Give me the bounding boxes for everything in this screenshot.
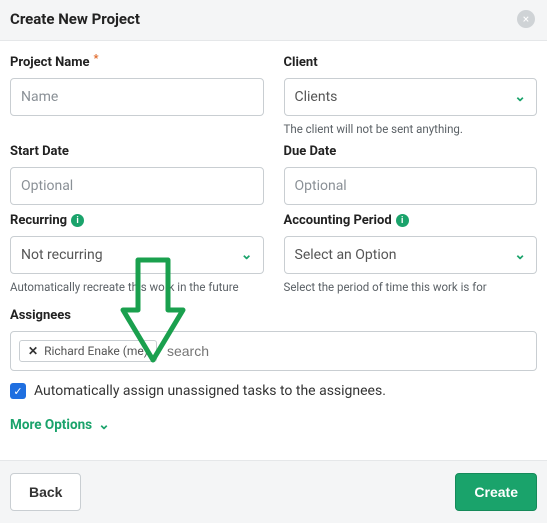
more-options-label: More Options xyxy=(10,417,92,433)
row-dates: Start Date Optional Due Date Optional xyxy=(10,136,537,205)
start-date-placeholder: Optional xyxy=(21,178,73,194)
auto-assign-checkbox[interactable]: ✓ xyxy=(10,383,26,399)
col-accounting-period: Accounting Period i Select an Option ⌄ S… xyxy=(284,205,538,294)
more-options-toggle[interactable]: More Options ⌄ xyxy=(10,417,110,433)
modal-footer: Back Create xyxy=(0,461,547,523)
row-name-client: Project Name * Name Client Clients ⌄ The… xyxy=(10,47,537,136)
project-name-input[interactable]: Name xyxy=(10,78,264,116)
close-button[interactable]: × xyxy=(517,10,535,28)
field-accounting-period: Accounting Period i Select an Option ⌄ S… xyxy=(284,213,538,294)
field-assignees: Assignees ✕ Richard Enake (me) xyxy=(10,308,537,371)
recurring-selected: Not recurring xyxy=(21,247,103,263)
info-icon[interactable]: i xyxy=(396,214,409,227)
col-start-date: Start Date Optional xyxy=(10,136,264,205)
start-date-input[interactable]: Optional xyxy=(10,167,264,205)
col-project-name: Project Name * Name xyxy=(10,47,264,136)
label-text: Project Name xyxy=(10,55,90,70)
auto-assign-label: Automatically assign unassigned tasks to… xyxy=(34,383,386,399)
label-recurring: Recurring i xyxy=(10,213,264,228)
field-recurring: Recurring i Not recurring ⌄ Automaticall… xyxy=(10,213,264,294)
label-due-date: Due Date xyxy=(284,144,538,159)
label-text: Recurring xyxy=(10,213,67,228)
client-select[interactable]: Clients ⌄ xyxy=(284,78,538,116)
recurring-select[interactable]: Not recurring ⌄ xyxy=(10,236,264,274)
col-recurring: Recurring i Not recurring ⌄ Automaticall… xyxy=(10,205,264,294)
label-client: Client xyxy=(284,55,538,70)
label-project-name: Project Name * xyxy=(10,55,264,70)
label-accounting-period: Accounting Period i xyxy=(284,213,538,228)
accounting-period-selected: Select an Option xyxy=(295,247,397,263)
close-icon: × xyxy=(523,13,529,25)
create-project-modal: Create New Project × Project Name * Name xyxy=(0,0,547,523)
row-recurring-period: Recurring i Not recurring ⌄ Automaticall… xyxy=(10,205,537,294)
client-helper: The client will not be sent anything. xyxy=(284,122,538,136)
label-text: Accounting Period xyxy=(284,213,392,228)
required-asterisk: * xyxy=(94,52,99,65)
auto-assign-row[interactable]: ✓ Automatically assign unassigned tasks … xyxy=(10,383,537,399)
modal-header: Create New Project × xyxy=(0,0,547,40)
assignees-input[interactable]: ✕ Richard Enake (me) xyxy=(10,331,537,371)
chevron-down-icon: ⌄ xyxy=(514,247,526,263)
label-assignees: Assignees xyxy=(10,308,537,323)
back-button[interactable]: Back xyxy=(10,473,81,511)
assignees-search-input[interactable] xyxy=(167,343,528,359)
chip-remove-icon[interactable]: ✕ xyxy=(28,344,38,358)
chevron-down-icon: ⌄ xyxy=(98,417,110,433)
info-icon[interactable]: i xyxy=(71,214,84,227)
field-start-date: Start Date Optional xyxy=(10,144,264,205)
check-icon: ✓ xyxy=(13,385,22,398)
recurring-helper: Automatically recreate this work in the … xyxy=(10,280,264,294)
col-due-date: Due Date Optional xyxy=(284,136,538,205)
field-client: Client Clients ⌄ The client will not be … xyxy=(284,55,538,136)
due-date-placeholder: Optional xyxy=(295,178,347,194)
modal-title: Create New Project xyxy=(10,10,140,28)
create-button[interactable]: Create xyxy=(455,473,537,511)
chip-label: Richard Enake (me) xyxy=(44,344,148,358)
assignee-chip: ✕ Richard Enake (me) xyxy=(19,340,157,362)
accounting-period-select[interactable]: Select an Option ⌄ xyxy=(284,236,538,274)
due-date-input[interactable]: Optional xyxy=(284,167,538,205)
modal-body: Project Name * Name Client Clients ⌄ The… xyxy=(0,40,547,461)
chevron-down-icon: ⌄ xyxy=(241,247,253,263)
col-client: Client Clients ⌄ The client will not be … xyxy=(284,47,538,136)
field-due-date: Due Date Optional xyxy=(284,144,538,205)
client-selected: Clients xyxy=(295,89,338,105)
chevron-down-icon: ⌄ xyxy=(514,89,526,105)
field-project-name: Project Name * Name xyxy=(10,55,264,116)
accounting-period-helper: Select the period of time this work is f… xyxy=(284,280,538,294)
label-start-date: Start Date xyxy=(10,144,264,159)
project-name-placeholder: Name xyxy=(21,89,58,105)
